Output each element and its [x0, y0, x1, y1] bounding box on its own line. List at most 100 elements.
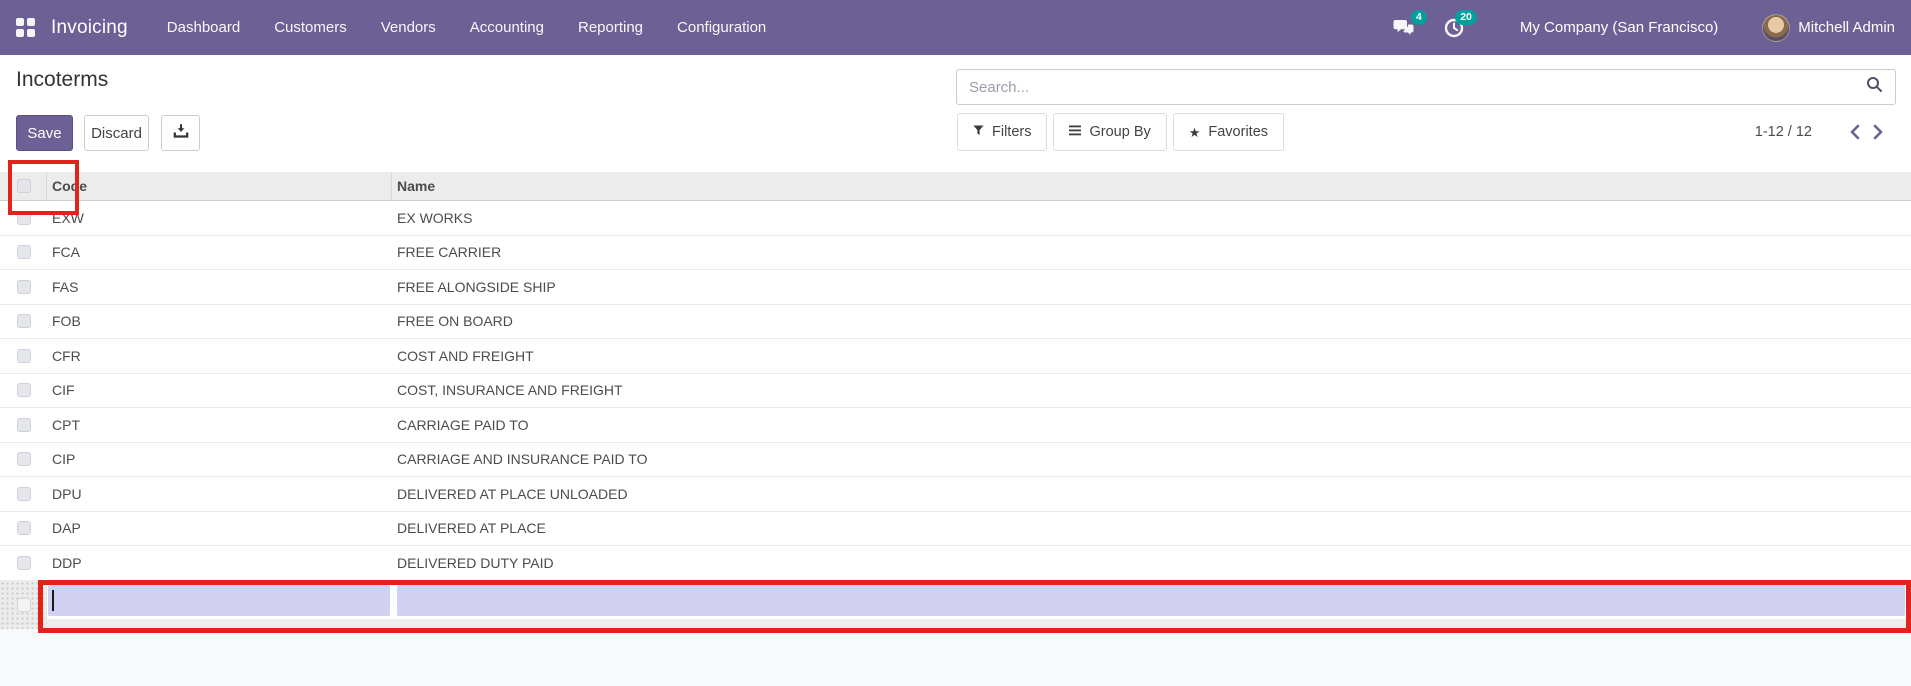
table-row[interactable]: FOB FREE ON BOARD [0, 304, 1911, 339]
save-button[interactable]: Save [16, 115, 73, 151]
new-row-code-input[interactable] [48, 585, 390, 616]
row-select-cell [0, 339, 47, 373]
company-switcher[interactable]: My Company (San Francisco) [1520, 19, 1718, 36]
row-select-cell [0, 374, 47, 408]
nav-item-configuration[interactable]: Configuration [660, 0, 783, 55]
systray: 4 20 My Company (San Francisco) Mitchell… [1393, 9, 1911, 42]
control-panel: Incoterms Save Discard Filters [0, 55, 1911, 172]
nav-item-customers[interactable]: Customers [257, 0, 364, 55]
row-name-cell: FREE ALONGSIDE SHIP [397, 278, 556, 295]
row-code-cell: CIF [52, 382, 75, 399]
favorites-button[interactable]: ★ Favorites [1172, 113, 1285, 151]
new-row-checkbox[interactable] [17, 598, 31, 612]
row-name-cell: FREE CARRIER [397, 244, 502, 261]
row-code-cell: CFR [52, 347, 81, 364]
row-checkbox[interactable] [17, 245, 31, 260]
row-checkbox[interactable] [17, 521, 31, 536]
select-all-checkbox[interactable] [17, 179, 31, 193]
row-checkbox[interactable] [17, 452, 31, 467]
pager-range: 1-12 / 12 [1754, 124, 1812, 140]
nav-item-accounting[interactable]: Accounting [453, 0, 561, 55]
row-name-cell: CARRIAGE PAID TO [397, 416, 529, 433]
table-row[interactable]: CPT CARRIAGE PAID TO [0, 408, 1911, 443]
new-record-row [0, 581, 1911, 629]
search-bar [956, 69, 1896, 105]
row-name-cell: COST, INSURANCE AND FREIGHT [397, 382, 623, 399]
user-menu[interactable]: Mitchell Admin [1798, 19, 1895, 36]
invoicing-app-screen: Invoicing Dashboard Customers Vendors Ac… [0, 0, 1911, 686]
nav-item-reporting[interactable]: Reporting [561, 0, 660, 55]
avatar[interactable] [1762, 13, 1791, 42]
discard-button[interactable]: Discard [84, 115, 149, 151]
nav-item-dashboard[interactable]: Dashboard [150, 0, 257, 55]
row-checkbox[interactable] [17, 348, 31, 363]
table-header: Code Name [0, 172, 1911, 201]
new-row-select-cell [0, 581, 47, 629]
pager-next-icon[interactable] [1866, 120, 1890, 144]
row-checkbox[interactable] [17, 383, 31, 398]
messages-badge: 4 [1411, 9, 1427, 25]
row-select-cell [0, 546, 47, 580]
row-checkbox[interactable] [17, 486, 31, 501]
row-checkbox[interactable] [17, 314, 31, 329]
table-row[interactable]: DDP DELIVERED DUTY PAID [0, 546, 1911, 581]
group-by-icon [1069, 124, 1082, 140]
messages-icon[interactable]: 4 [1393, 9, 1427, 38]
group-by-button[interactable]: Group By [1053, 113, 1167, 151]
pager-previous-icon[interactable] [1842, 120, 1866, 144]
activities-clock-icon[interactable]: 20 [1444, 9, 1477, 38]
row-select-cell [0, 477, 47, 511]
row-name-cell: CARRIAGE AND INSURANCE PAID TO [397, 451, 648, 468]
action-buttons: Save Discard [16, 115, 200, 151]
table-row[interactable]: FAS FREE ALONGSIDE SHIP [0, 270, 1911, 305]
filters-button[interactable]: Filters [957, 113, 1048, 151]
search-input[interactable] [967, 77, 1866, 97]
filters-label: Filters [992, 124, 1032, 140]
apps-grid-icon[interactable] [16, 18, 35, 37]
table-row[interactable]: CIF COST, INSURANCE AND FREIGHT [0, 373, 1911, 408]
row-select-cell [0, 305, 47, 339]
export-button[interactable] [161, 115, 200, 151]
export-icon [173, 123, 189, 143]
row-name-cell: COST AND FREIGHT [397, 347, 534, 364]
table-body: EXW EX WORKS FCA FREE CARRIER FAS FREE ALONGS… [0, 201, 1911, 581]
nav-item-vendors[interactable]: Vendors [364, 0, 453, 55]
table-row[interactable]: DAP DELIVERED AT PLACE [0, 511, 1911, 546]
row-code-cell: DPU [52, 485, 82, 502]
row-checkbox[interactable] [17, 210, 31, 225]
column-header-name[interactable]: Name [392, 172, 1911, 200]
table-row[interactable]: CIP CARRIAGE AND INSURANCE PAID TO [0, 442, 1911, 477]
row-select-cell [0, 512, 47, 546]
search-options-bar: Filters Group By ★ Favorites [957, 113, 1285, 151]
row-checkbox[interactable] [17, 279, 31, 294]
row-name-cell: FREE ON BOARD [397, 313, 513, 330]
pager: 1-12 / 12 [1755, 120, 1890, 144]
row-select-cell [0, 270, 47, 304]
activities-badge: 20 [1455, 9, 1477, 25]
row-code-cell: DDP [52, 554, 82, 571]
row-select-cell [0, 236, 47, 270]
column-header-code[interactable]: Code [47, 172, 392, 200]
favorites-star-icon: ★ [1188, 124, 1201, 140]
filter-icon [973, 124, 984, 140]
table-row[interactable]: CFR COST AND FREIGHT [0, 339, 1911, 374]
select-all-cell [0, 172, 47, 200]
table-row[interactable]: FCA FREE CARRIER [0, 235, 1911, 270]
app-name[interactable]: Invoicing [51, 17, 128, 39]
text-cursor [52, 590, 54, 611]
favorites-label: Favorites [1208, 124, 1269, 140]
row-code-cell: CIP [52, 451, 76, 468]
top-navbar: Invoicing Dashboard Customers Vendors Ac… [0, 0, 1911, 55]
search-icon[interactable] [1866, 76, 1883, 98]
group-by-label: Group By [1089, 124, 1151, 140]
table-row[interactable]: DPU DELIVERED AT PLACE UNLOADED [0, 477, 1911, 512]
row-code-cell: EXW [52, 209, 84, 226]
row-checkbox[interactable] [17, 417, 31, 432]
new-row-name-input[interactable] [397, 585, 1905, 616]
row-name-cell: DELIVERED AT PLACE [397, 520, 546, 537]
row-name-cell: DELIVERED AT PLACE UNLOADED [397, 485, 628, 502]
row-select-cell [0, 408, 47, 442]
row-checkbox[interactable] [17, 555, 31, 570]
row-name-cell: DELIVERED DUTY PAID [397, 554, 554, 571]
table-row[interactable]: EXW EX WORKS [0, 201, 1911, 236]
